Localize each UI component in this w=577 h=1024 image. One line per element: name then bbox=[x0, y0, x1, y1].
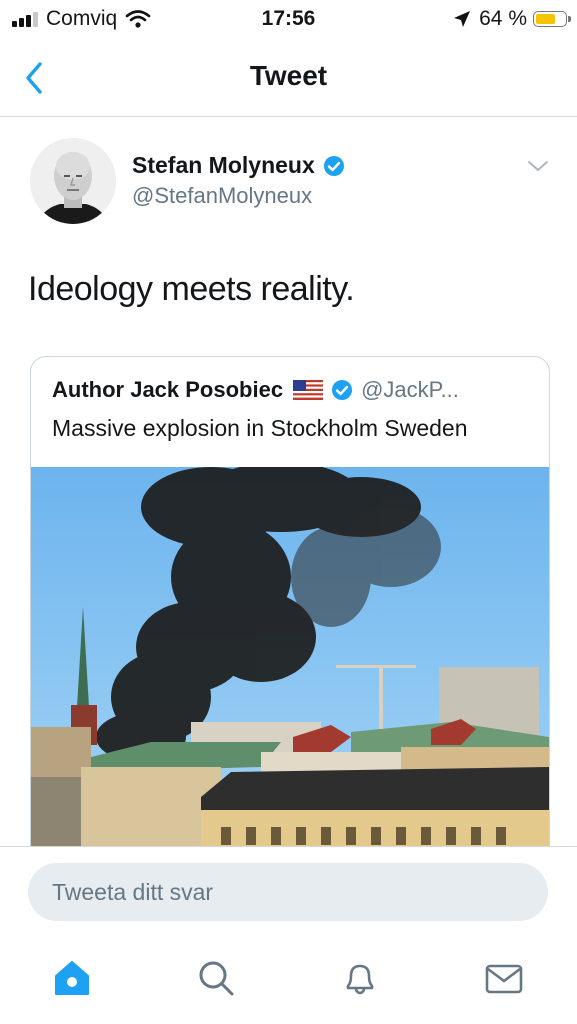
battery-icon bbox=[533, 11, 571, 27]
avatar-portrait bbox=[30, 138, 116, 224]
search-icon bbox=[199, 961, 234, 996]
home-icon bbox=[55, 961, 89, 995]
quoted-verified-badge-icon bbox=[332, 380, 353, 400]
author-name-row: Stefan Molyneux bbox=[132, 152, 345, 179]
quoted-tweet-card[interactable]: Author Jack Posobiec @JackP... Massive e… bbox=[30, 356, 550, 878]
status-right: 64 % bbox=[453, 7, 571, 31]
tab-messages[interactable] bbox=[484, 958, 524, 998]
notifications-bell-icon bbox=[346, 964, 374, 995]
status-bar: Comviq 17:56 64 % bbox=[0, 0, 577, 40]
reply-placeholder: Tweeta ditt svar bbox=[52, 879, 214, 905]
us-flag-icon bbox=[293, 380, 324, 400]
reply-bar: Tweeta ditt svar bbox=[0, 846, 577, 939]
tab-home[interactable] bbox=[52, 958, 92, 998]
tab-search[interactable] bbox=[196, 958, 236, 998]
messages-envelope-icon bbox=[485, 964, 523, 994]
tab-bar bbox=[0, 938, 577, 1024]
author-name[interactable]: Stefan Molyneux bbox=[132, 152, 315, 179]
quoted-author-name: Author Jack Posobiec bbox=[52, 377, 284, 402]
tab-notifications[interactable] bbox=[340, 958, 380, 998]
battery-percent: 64 % bbox=[479, 7, 527, 30]
tweet-author: Stefan Molyneux @StefanMolyneux bbox=[30, 138, 550, 228]
author-handle[interactable]: @StefanMolyneux bbox=[132, 183, 312, 209]
explosion-photo[interactable] bbox=[31, 467, 549, 877]
quoted-tweet-text: Massive explosion in Stockholm Sweden bbox=[52, 415, 468, 441]
verified-badge-icon bbox=[323, 155, 344, 176]
chevron-down-icon bbox=[528, 161, 548, 172]
nav-bar: Tweet bbox=[0, 44, 577, 117]
quoted-author-handle: @JackP... bbox=[361, 377, 459, 402]
more-options-button[interactable] bbox=[526, 156, 550, 176]
reply-input[interactable]: Tweeta ditt svar bbox=[28, 863, 548, 921]
location-arrow-icon bbox=[454, 11, 471, 27]
page-title: Tweet bbox=[249, 60, 328, 91]
avatar[interactable] bbox=[30, 138, 116, 224]
tweet-text: Ideology meets reality. bbox=[28, 270, 355, 308]
quoted-tweet-header: Author Jack Posobiec @JackP... bbox=[52, 377, 459, 403]
